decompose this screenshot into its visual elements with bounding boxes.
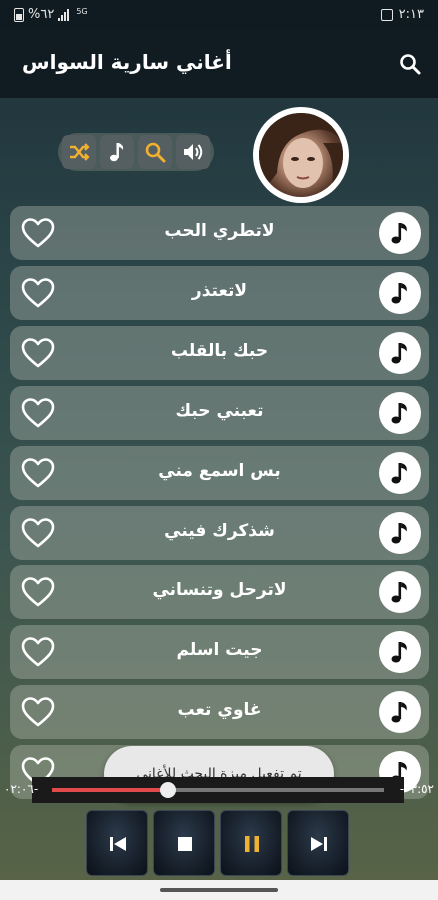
heart-icon <box>21 637 55 667</box>
music-note-icon <box>391 342 407 364</box>
player-controls <box>86 810 351 876</box>
status-right: ٢:١٣ <box>380 7 424 22</box>
network-type: 5G <box>76 7 88 16</box>
favorite-button[interactable] <box>21 217 55 253</box>
heart-icon <box>21 278 55 308</box>
song-title: لاترحل وتنساني <box>152 580 287 601</box>
heart-icon <box>21 577 55 607</box>
play-song-button[interactable] <box>379 511 421 554</box>
song-title: لاتعتذر <box>191 280 248 301</box>
music-note-icon <box>391 582 407 603</box>
favorite-button[interactable] <box>21 457 55 493</box>
toolbar <box>58 133 214 171</box>
song-title: شذكرك فيني <box>164 520 275 541</box>
previous-button[interactable] <box>86 810 148 876</box>
artist-photo-drawing <box>259 113 343 197</box>
clock: ٢:١٣ <box>398 7 424 22</box>
song-row[interactable]: تعبني حبك <box>10 385 429 440</box>
song-title: جيت اسلم <box>176 640 263 661</box>
favorite-button[interactable] <box>21 517 55 553</box>
play-song-button[interactable] <box>379 331 421 374</box>
notification-icon <box>380 8 393 21</box>
volume-icon <box>184 144 203 160</box>
shuffle-button[interactable] <box>62 135 96 169</box>
search-button[interactable] <box>398 52 422 76</box>
play-song-button[interactable] <box>379 391 421 434</box>
music-button[interactable] <box>100 135 134 169</box>
next-icon <box>311 837 327 851</box>
song-title: تعبني حبك <box>175 400 264 421</box>
elapsed-time: ٠٢:٠٦- <box>4 782 39 796</box>
play-song-button[interactable] <box>379 212 421 254</box>
status-left: %٦٢ 5G <box>14 7 88 22</box>
music-note-icon <box>391 223 407 244</box>
song-title: لاتطري الحب <box>164 221 275 241</box>
next-button[interactable] <box>287 810 349 876</box>
shuffle-icon <box>70 143 90 161</box>
favorite-button[interactable] <box>21 277 55 313</box>
seek-bar[interactable]: ٠٢:٠٦- -٠٣:٥٢ <box>0 775 438 803</box>
battery-icon <box>14 7 24 22</box>
artist-photo <box>259 113 343 197</box>
song-row[interactable]: بس اسمع مني <box>10 445 429 500</box>
seek-progress <box>52 788 169 792</box>
search-icon <box>145 142 166 163</box>
volume-button[interactable] <box>176 135 210 169</box>
favorite-button[interactable] <box>21 696 55 732</box>
play-song-button[interactable] <box>379 571 421 614</box>
heart-icon <box>21 517 55 547</box>
song-row[interactable]: لاتطري الحب <box>10 206 429 260</box>
song-title: حبك بالقلب <box>170 340 269 361</box>
music-note-icon <box>110 143 124 162</box>
song-title: غاوي تعب <box>177 700 262 721</box>
heart-icon <box>21 457 55 487</box>
music-note-icon <box>391 402 407 424</box>
music-note-icon <box>391 522 407 543</box>
play-song-button[interactable] <box>379 271 421 314</box>
play-song-button[interactable] <box>379 631 421 674</box>
music-note-icon <box>391 702 407 723</box>
music-note-icon <box>391 642 407 663</box>
favorite-button[interactable] <box>21 636 55 672</box>
music-note-icon <box>391 462 407 484</box>
play-song-button[interactable] <box>379 691 421 734</box>
favorite-button[interactable] <box>21 576 55 612</box>
artist-avatar <box>253 107 349 203</box>
song-row[interactable]: غاوي تعب <box>10 685 429 740</box>
battery-level: %٦٢ <box>28 7 55 22</box>
heart-icon <box>21 697 55 727</box>
remaining-time: -٠٣:٥٢ <box>399 782 434 796</box>
home-gesture-bar[interactable] <box>160 888 278 892</box>
song-row[interactable]: لاتعتذر <box>10 265 429 320</box>
stop-button[interactable] <box>153 810 215 876</box>
favorite-button[interactable] <box>21 337 55 373</box>
play-song-button[interactable] <box>379 451 421 494</box>
signal-icon <box>58 8 72 21</box>
pause-icon <box>245 836 259 852</box>
song-row[interactable]: لاترحل وتنساني <box>10 565 429 620</box>
heart-icon <box>21 397 55 427</box>
search-icon <box>400 54 421 75</box>
heart-icon <box>21 218 55 248</box>
previous-icon <box>110 837 126 851</box>
song-row[interactable]: شذكرك فيني <box>10 505 429 560</box>
app-bar: أغاني سارية السواس <box>0 30 438 98</box>
stop-icon <box>178 837 192 851</box>
song-row[interactable]: جيت اسلم <box>10 625 429 680</box>
system-nav-bar <box>0 880 438 900</box>
pause-button[interactable] <box>220 810 282 876</box>
app-title: أغاني سارية السواس <box>22 50 232 74</box>
favorite-button[interactable] <box>21 397 55 433</box>
song-row[interactable]: حبك بالقلب <box>10 325 429 380</box>
music-note-icon <box>391 282 407 304</box>
search-songs-button[interactable] <box>138 135 172 169</box>
status-bar: %٦٢ 5G ٢:١٣ <box>0 0 438 30</box>
song-title: بس اسمع مني <box>158 460 281 481</box>
heart-icon <box>21 337 55 368</box>
